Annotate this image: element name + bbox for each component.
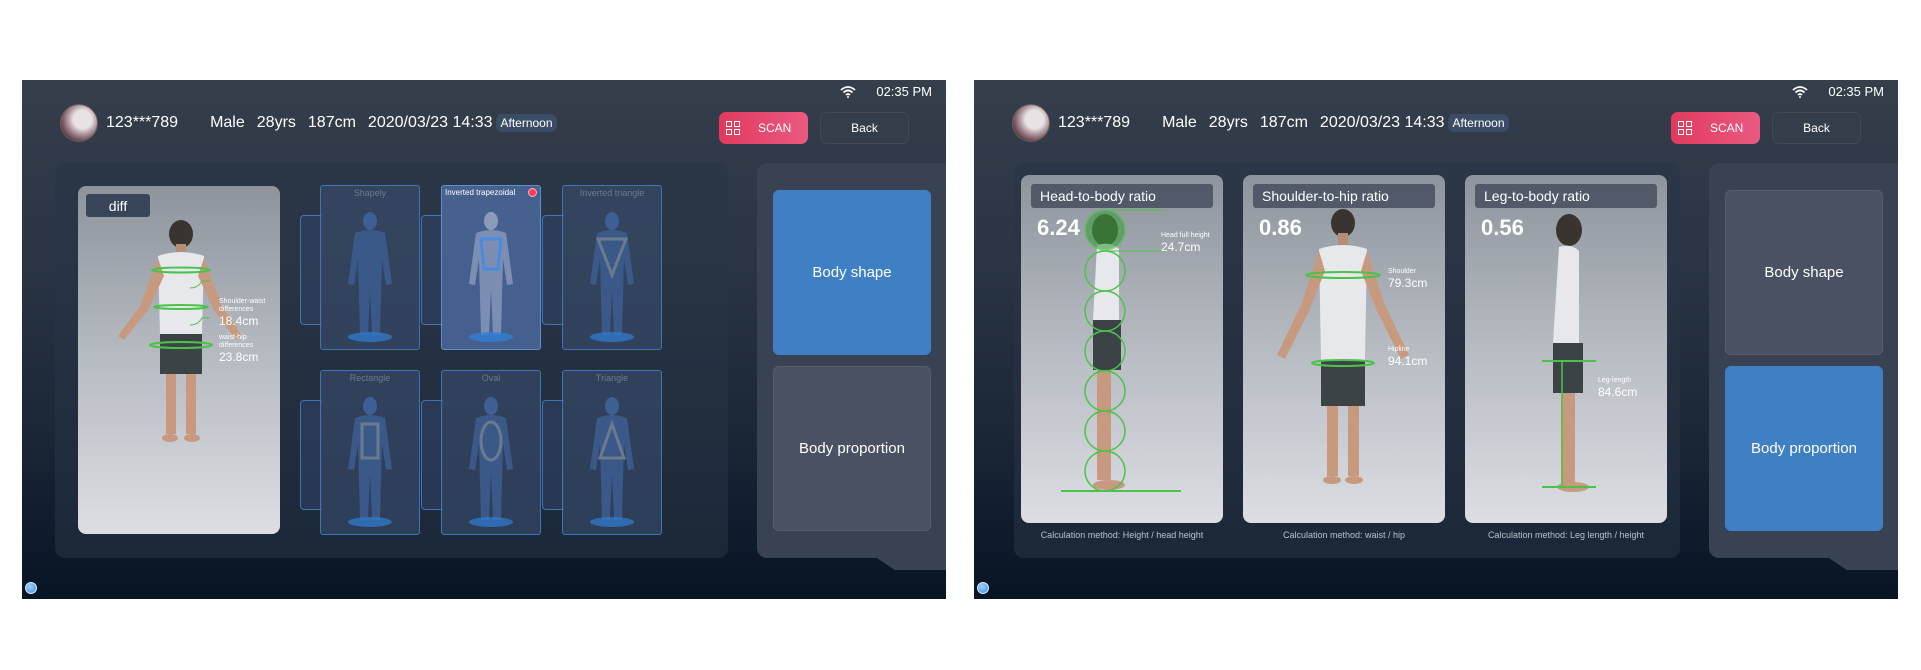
shoulder-waist-measurement: Shoulder-waist differences 18.4cm	[219, 298, 266, 328]
ratio-title: Leg-to-body ratio	[1475, 184, 1657, 208]
ratio-card-shoulder-to-hip: Shoulder-to-hip ratio 0.86 Shoulder 79.3…	[1243, 175, 1445, 523]
body-proportion-content: Head-to-body ratio 6.24 Head full height…	[1014, 163, 1680, 558]
body-proportion-screen: 02:35 PM 123***789 Male 28yrs 187cm 2020…	[974, 80, 1898, 599]
hipline-measurement: Hipline 94.1cm	[1388, 346, 1428, 368]
analysis-sidebar: Body shape Body proportion	[757, 163, 946, 558]
waist-hip-measurement: waist-hip differences 23.8cm	[219, 334, 259, 364]
gender: Male	[1162, 114, 1197, 131]
shape-card-oval[interactable]: Oval	[421, 370, 541, 535]
status-bar: 02:35 PM	[1792, 84, 1884, 99]
height: 187cm	[1259, 114, 1308, 131]
body-photo-card: diff Shoulder-waist differences 18.4cm w…	[78, 186, 280, 534]
analysis-sidebar: Body shape Body proportion	[1709, 163, 1898, 558]
wifi-icon	[1792, 85, 1808, 98]
body-silhouette-icon	[590, 212, 634, 342]
body-silhouette-icon	[590, 397, 634, 527]
body-silhouette-icon	[469, 397, 513, 527]
user-id: 123***789	[106, 114, 179, 131]
ratio-value: 0.86	[1259, 215, 1302, 240]
shape-card-triangle[interactable]: Triangle	[542, 370, 662, 535]
ratio-value: 0.56	[1481, 215, 1524, 240]
diff-tag: diff	[86, 194, 150, 217]
ratio-value: 6.24	[1037, 215, 1080, 240]
selected-indicator-icon	[528, 188, 537, 197]
shape-card-rectangle[interactable]: Rectangle	[300, 370, 420, 535]
back-button[interactable]: Back	[1772, 112, 1861, 144]
scan-button[interactable]: SCAN	[1671, 112, 1760, 144]
shoulder-measurement: Shoulder 79.3cm	[1388, 268, 1428, 290]
user-header: 123***789 Male 28yrs 187cm 2020/03/23 14…	[60, 104, 557, 142]
calc-method-leg: Calculation method: Leg length / height	[1487, 530, 1645, 540]
period-badge: Afternoon	[496, 114, 557, 132]
ratio-card-leg-to-body: Leg-to-body ratio 0.56 Leg-length 84.6cm	[1465, 175, 1667, 523]
leg-length-measurement: Leg-length 84.6cm	[1598, 377, 1638, 399]
user-header: 123***789 Male 28yrs 187cm 2020/03/23 14…	[1012, 104, 1509, 142]
floating-assist-icon[interactable]	[977, 582, 989, 594]
head-height-measurement: Head full height 24.7cm	[1161, 232, 1210, 254]
period-badge: Afternoon	[1448, 114, 1509, 132]
scan-label: SCAN	[1710, 121, 1744, 135]
body-silhouette-icon	[348, 397, 392, 527]
calc-method-shoulder-hip: Calculation method: waist / hip	[1282, 530, 1406, 540]
back-button[interactable]: Back	[820, 112, 909, 144]
status-bar: 02:35 PM	[840, 84, 932, 99]
shape-card-inverted-trapezoidal[interactable]: Inverted trapezoidal	[421, 185, 541, 350]
floating-assist-icon[interactable]	[25, 582, 37, 594]
qr-code-icon	[1678, 121, 1692, 135]
sidebar-notch	[1829, 558, 1898, 570]
body-shape-screen: 02:35 PM 123***789 Male 28yrs 187cm 2020…	[22, 80, 946, 599]
body-proportion-button[interactable]: Body proportion	[773, 366, 931, 531]
scan-label: SCAN	[758, 121, 792, 135]
body-shape-button[interactable]: Body shape	[1725, 190, 1883, 355]
age: 28yrs	[256, 114, 296, 131]
scan-datetime: 2020/03/23 14:33	[367, 114, 493, 131]
clock: 02:35 PM	[1828, 84, 1884, 99]
sidebar-notch	[877, 558, 946, 570]
qr-code-icon	[726, 121, 740, 135]
user-id: 123***789	[1058, 114, 1131, 131]
scan-button[interactable]: SCAN	[719, 112, 808, 144]
ratio-title: Head-to-body ratio	[1031, 184, 1213, 208]
wifi-icon	[840, 85, 856, 98]
body-shape-button[interactable]: Body shape	[773, 190, 931, 355]
shape-card-shapely[interactable]: Shapely	[300, 185, 420, 350]
scan-datetime: 2020/03/23 14:33	[1319, 114, 1445, 131]
body-shape-content: diff Shoulder-waist differences 18.4cm w…	[55, 163, 728, 558]
shape-card-inverted-triangle[interactable]: Inverted triangle	[542, 185, 662, 350]
body-silhouette-icon	[469, 212, 513, 342]
avatar[interactable]	[60, 104, 98, 142]
height: 187cm	[307, 114, 356, 131]
avatar[interactable]	[1012, 104, 1050, 142]
gender: Male	[210, 114, 245, 131]
body-silhouette-icon	[348, 212, 392, 342]
body-proportion-button[interactable]: Body proportion	[1725, 366, 1883, 531]
calc-method-head: Calculation method: Height / head height	[1040, 530, 1204, 540]
ratio-title: Shoulder-to-hip ratio	[1253, 184, 1435, 208]
clock: 02:35 PM	[876, 84, 932, 99]
age: 28yrs	[1208, 114, 1248, 131]
ratio-card-head-to-body: Head-to-body ratio 6.24 Head full height…	[1021, 175, 1223, 523]
